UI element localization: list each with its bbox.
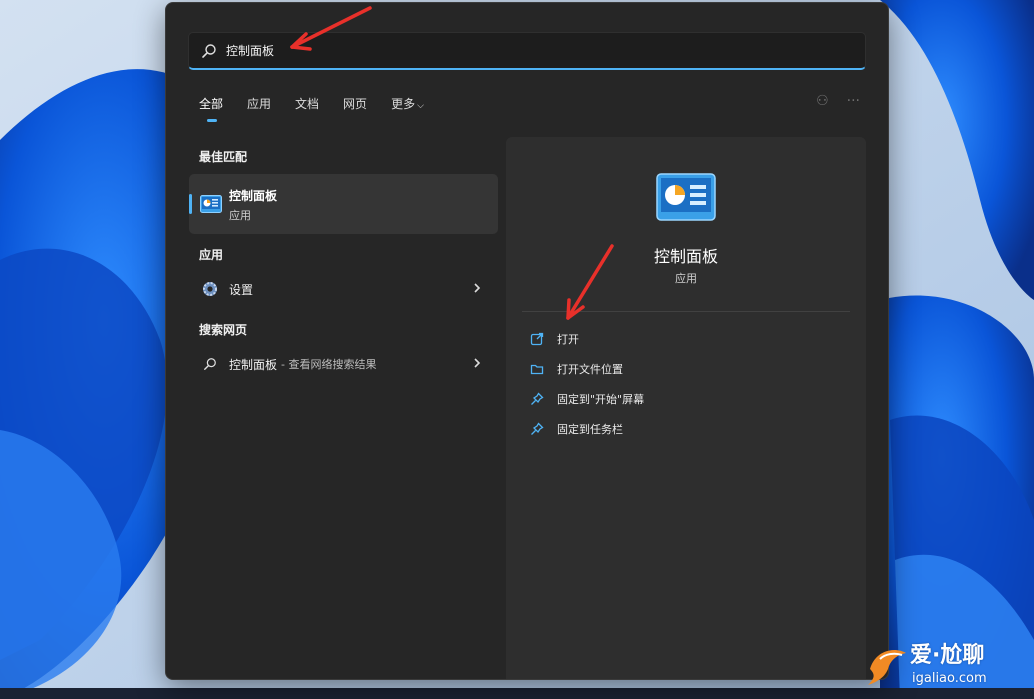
detail-title: 控制面板 — [653, 247, 718, 266]
detail-subtitle: 应用 — [675, 272, 697, 285]
start-search-panel: 控制面板 全部 应用 文档 网页 更多 ⌵ ⚇ ··· 最佳匹配 控制面板 应用 … — [165, 2, 889, 680]
tab-all[interactable]: 全部 — [199, 95, 223, 122]
tab-documents[interactable]: 文档 — [295, 95, 319, 120]
tab-apps[interactable]: 应用 — [247, 95, 271, 120]
best-match-result[interactable]: 控制面板 应用 — [189, 174, 498, 234]
filter-tabs: 全部 应用 文档 网页 更多 ⌵ — [199, 95, 448, 122]
web-result-label: 控制面板 — [229, 357, 278, 372]
search-icon — [202, 43, 216, 58]
divider — [522, 311, 850, 312]
pin-icon — [531, 422, 544, 435]
more-options-icon[interactable]: ··· — [847, 93, 860, 109]
chevron-down-icon: ⌵ — [417, 101, 424, 111]
action-open-file-location[interactable]: 打开文件位置 — [530, 358, 623, 380]
section-title-web: 搜索网页 — [199, 323, 248, 337]
app-result-label: 设置 — [229, 282, 254, 297]
folder-icon — [530, 364, 544, 375]
section-title-apps: 应用 — [199, 248, 224, 262]
best-match-name: 控制面板 — [229, 189, 278, 203]
watermark-brand: 爱·尬聊 — [910, 643, 985, 668]
web-result-sub: - 查看网络搜索结果 — [281, 358, 377, 371]
panel-toolbar: ⚇ ··· — [816, 93, 860, 109]
tab-more[interactable]: 更多 ⌵ — [391, 95, 424, 120]
search-icon — [201, 355, 219, 373]
action-pin-to-taskbar[interactable]: 固定到任务栏 — [530, 418, 623, 440]
open-external-icon — [530, 332, 544, 346]
action-open[interactable]: 打开 — [530, 328, 579, 350]
watermark-url: igaliao.com — [912, 671, 987, 686]
chevron-right-icon — [474, 358, 481, 368]
detail-pane: 控制面板 应用 打开 打开文件位置 固定到"开始"屏幕 固定到任务栏 — [506, 137, 866, 679]
search-input[interactable]: 控制面板 — [188, 32, 866, 70]
pin-icon — [531, 392, 544, 405]
best-match-type: 应用 — [229, 209, 251, 222]
gear-icon — [201, 280, 219, 298]
control-panel-icon — [656, 173, 716, 221]
section-title-best-match: 最佳匹配 — [199, 150, 248, 164]
search-query-text: 控制面板 — [226, 44, 275, 58]
share-icon[interactable]: ⚇ — [816, 93, 829, 109]
watermark-logo: 爱·尬聊 igaliao.com — [866, 635, 1026, 693]
chevron-right-icon — [474, 283, 481, 293]
app-result-settings[interactable]: 设置 — [189, 271, 498, 307]
control-panel-icon — [200, 195, 222, 213]
action-pin-to-start[interactable]: 固定到"开始"屏幕 — [530, 388, 644, 410]
bird-logo-icon — [868, 650, 906, 685]
web-result[interactable]: 控制面板 - 查看网络搜索结果 — [189, 346, 498, 382]
tab-web[interactable]: 网页 — [343, 95, 367, 120]
